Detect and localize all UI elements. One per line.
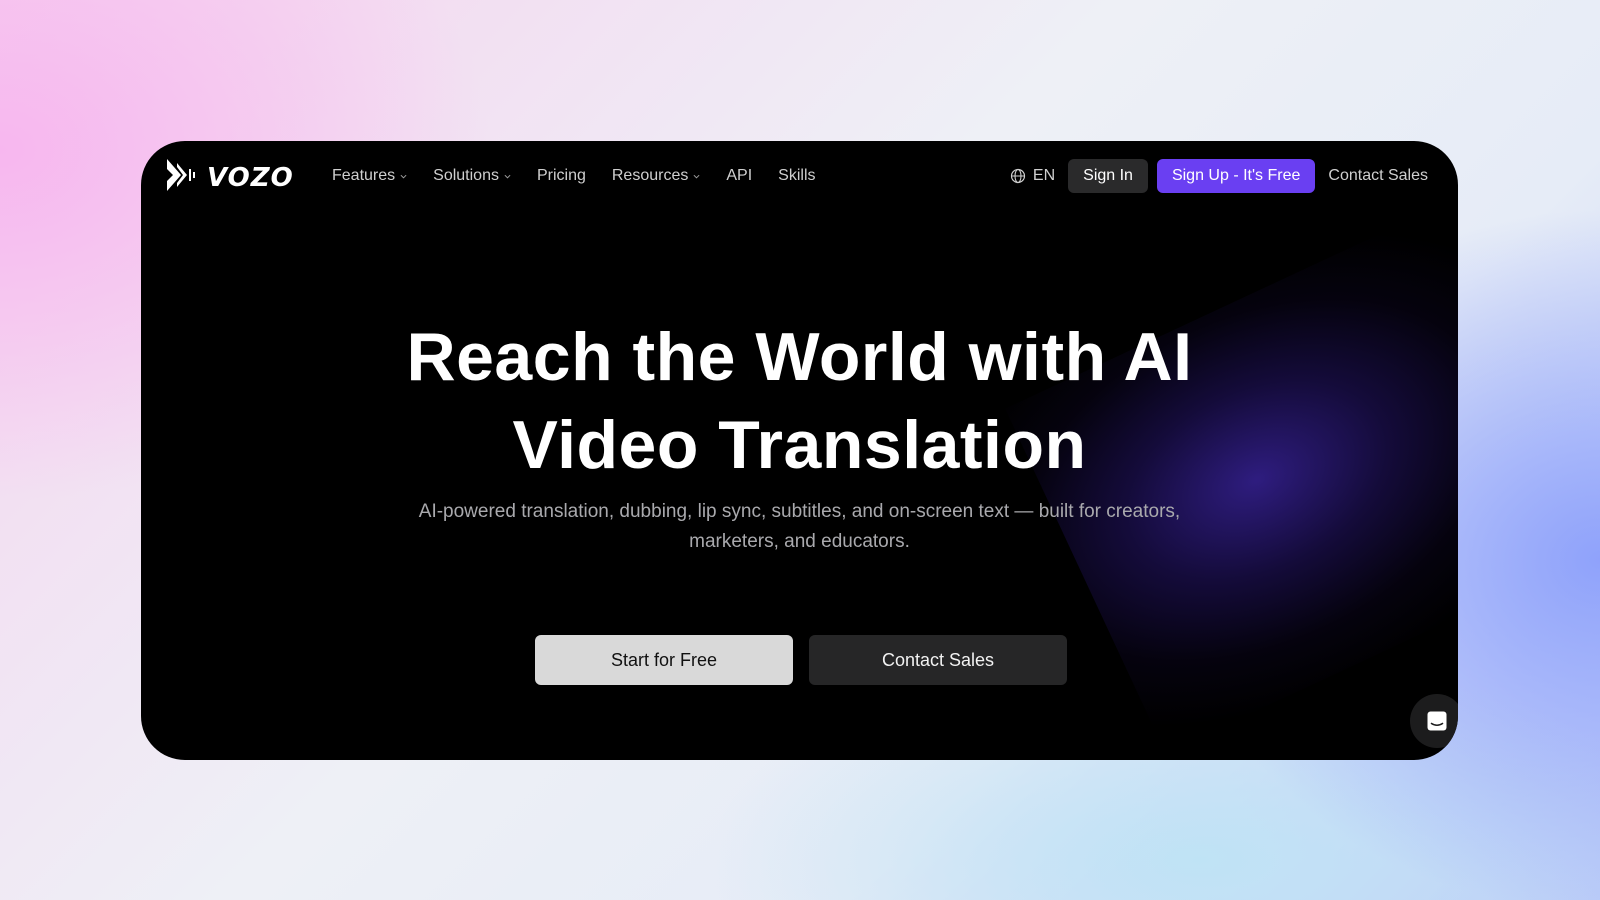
brand-name: VOZO (207, 162, 294, 193)
chat-widget-button[interactable] (1410, 694, 1458, 748)
chevron-down-icon (504, 174, 511, 179)
chevron-down-icon (693, 174, 700, 179)
nav-actions: EN Sign In Sign Up - It's Free Contact S… (1010, 141, 1428, 211)
menu-item-pricing[interactable]: Pricing (537, 167, 586, 185)
browser-frame: VOZO Features Solutions Pricing Resource… (141, 141, 1458, 760)
main-menu: Features Solutions Pricing Resources API… (332, 141, 816, 211)
menu-item-solutions[interactable]: Solutions (433, 167, 511, 185)
menu-item-resources[interactable]: Resources (612, 167, 700, 185)
language-selector[interactable]: EN (1010, 167, 1055, 185)
menu-item-label: API (726, 167, 753, 184)
sign-up-button[interactable]: Sign Up - It's Free (1156, 159, 1316, 193)
hero-title-line-2: Video Translation (512, 407, 1087, 483)
menu-item-label: Resources (611, 167, 689, 184)
contact-sales-link[interactable]: Contact Sales (1328, 167, 1428, 185)
menu-item-features[interactable]: Features (332, 167, 407, 185)
menu-item-label: Features (332, 167, 396, 184)
contact-sales-button[interactable]: Contact Sales (809, 635, 1067, 685)
menu-item-label: Skills (778, 167, 816, 184)
globe-icon (1010, 168, 1026, 184)
menu-item-label: Pricing (536, 167, 586, 184)
hero-subtitle-line-1: AI-powered translation, dubbing, lip syn… (418, 501, 1181, 522)
hero-subtitle: AI-powered translation, dubbing, lip syn… (381, 497, 1218, 557)
hero-subtitle-line-2: marketers, and educators. (689, 531, 910, 552)
hero-title-line-1: Reach the World with AI (406, 319, 1193, 395)
chevron-down-icon (400, 174, 407, 179)
language-label: EN (1032, 167, 1056, 184)
sign-in-button[interactable]: Sign In (1068, 159, 1148, 193)
menu-item-skills[interactable]: Skills (778, 167, 815, 185)
menu-item-label: Solutions (433, 167, 499, 184)
top-nav: VOZO Features Solutions Pricing Resource… (141, 141, 1458, 211)
start-for-free-button[interactable]: Start for Free (535, 635, 793, 685)
logo[interactable]: VOZO (165, 157, 294, 198)
menu-item-api[interactable]: API (726, 167, 752, 185)
hero-title: Reach the World with AI Video Translatio… (141, 313, 1458, 489)
vozo-logo-icon (165, 157, 197, 198)
chat-icon (1427, 711, 1447, 731)
